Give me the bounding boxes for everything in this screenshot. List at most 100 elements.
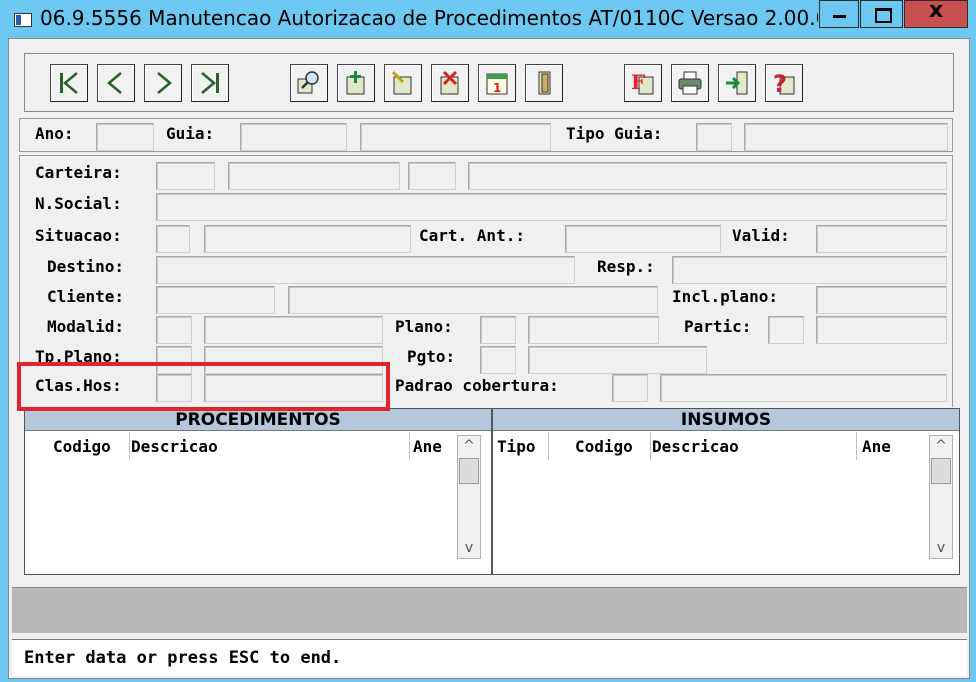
proc-scrollbar[interactable]: ^ v [457,435,481,559]
procedimentos-grid[interactable]: PROCEDIMENTOS Codigo Descricao Ane ^ v [24,408,492,575]
cart-ant-label: Cart. Ant.: [419,226,525,245]
guia-label: Guia: [166,124,215,143]
proc-col-descricao[interactable]: Descricao [131,437,218,456]
close-button[interactable] [904,0,968,28]
last-record-button[interactable] [191,64,229,102]
scroll-down-icon[interactable]: v [930,538,952,558]
proc-col-divider [129,432,130,460]
destino-label: Destino: [47,257,125,276]
padrao-cobertura-label: Padrao cobertura: [395,376,559,395]
pgto-desc-field[interactable] [528,346,707,374]
first-record-button[interactable] [50,64,88,102]
cliente-code-field[interactable] [156,286,275,314]
nsocial-field[interactable] [156,193,947,221]
scroll-up-icon[interactable]: ^ [930,436,952,456]
proc-col-ane[interactable]: Ane [413,437,442,456]
modalid-code-field[interactable] [156,316,192,344]
situacao-desc-field[interactable] [204,225,411,253]
plano-desc-field[interactable] [528,316,659,344]
ins-col-divider [650,432,651,460]
edit-record-button[interactable] [384,64,422,102]
highlight-box [17,362,390,411]
previous-record-button[interactable] [97,64,135,102]
nsocial-label: N.Social: [35,194,122,213]
scroll-thumb[interactable] [931,458,951,484]
filter-button[interactable]: F [624,64,662,102]
guia-field[interactable] [240,123,347,151]
incl-plano-field[interactable] [816,286,947,314]
svg-text:?: ? [773,70,787,97]
previous-record-icon [107,72,122,94]
partic-desc-field[interactable] [816,316,947,344]
valid-field[interactable] [816,225,947,253]
exit-door-button[interactable] [525,64,563,102]
resp-field[interactable] [672,256,947,284]
app-window-icon[interactable] [14,13,32,27]
next-record-icon [157,72,172,94]
carteira-field-1[interactable] [156,162,215,190]
go-to-button[interactable]: 1 [478,64,516,102]
padrao-cobertura-code-field[interactable] [612,374,648,402]
printer-icon [678,71,702,95]
padrao-cobertura-desc-field[interactable] [660,374,947,402]
modalid-desc-field[interactable] [204,316,383,344]
help-button[interactable]: ? [765,64,803,102]
print-button[interactable] [671,64,709,102]
tipo-guia-label: Tipo Guia: [566,124,663,143]
ins-col-descricao[interactable]: Descricao [652,437,739,456]
carteira-field-2[interactable] [228,162,400,190]
cart-ant-field[interactable] [565,225,721,253]
toolbar: 1 F ? [24,53,954,112]
door-exit-icon [538,71,551,95]
cliente-name-field[interactable] [288,286,658,314]
situacao-label: Situacao: [35,226,122,245]
window-title: 06.9.5556 Manutencao Autorizacao de Proc… [40,6,818,30]
proc-col-codigo[interactable]: Codigo [53,437,111,456]
tipo-guia-desc-field[interactable] [744,123,948,151]
ins-col-tipo[interactable]: Tipo [497,437,536,456]
valid-label: Valid: [732,226,790,245]
insumos-title: INSUMOS [493,409,959,431]
first-record-icon [60,72,78,94]
insumos-grid[interactable]: INSUMOS Tipo Codigo Descricao Ane ^ v [492,408,960,575]
svg-text:1: 1 [493,81,501,95]
tipo-guia-code-field[interactable] [696,123,732,151]
edit-record-icon [391,70,412,95]
export-arrow-icon [726,71,748,95]
scroll-up-icon[interactable]: ^ [458,436,480,456]
situacao-code-field[interactable] [156,225,190,253]
zoom-search-icon [297,71,319,94]
help-question-icon: ? [773,70,795,97]
add-record-button[interactable] [337,64,375,102]
next-record-button[interactable] [144,64,182,102]
ins-col-codigo[interactable]: Codigo [575,437,633,456]
export-button[interactable] [718,64,756,102]
carteira-name-field[interactable] [468,162,947,190]
plano-code-field[interactable] [480,316,516,344]
delete-record-icon [440,70,459,95]
cliente-label: Cliente: [47,287,125,306]
ano-field[interactable] [96,123,154,151]
resp-label: Resp.: [597,257,655,276]
minimize-button[interactable] [819,0,859,28]
scroll-thumb[interactable] [459,458,479,484]
partic-code-field[interactable] [768,316,804,344]
ins-col-ane[interactable]: Ane [862,437,891,456]
application-window: 06.9.5556 Manutencao Autorizacao de Proc… [0,0,976,682]
form-client-area: 1 F ? Ano: Guia: Tipo Guia: Carteira: N.… [8,38,970,679]
status-bar: Enter data or press ESC to end. [12,639,967,676]
scroll-down-icon[interactable]: v [458,538,480,558]
title-bar[interactable]: 06.9.5556 Manutencao Autorizacao de Proc… [0,0,976,38]
search-button[interactable] [290,64,328,102]
procedimentos-title: PROCEDIMENTOS [25,409,491,431]
delete-record-button[interactable] [431,64,469,102]
filter-f-icon: F [631,70,654,95]
ins-scrollbar[interactable]: ^ v [929,435,953,559]
proc-col-divider [409,432,410,460]
carteira-field-3[interactable] [408,162,456,190]
guia-number-field[interactable] [360,123,551,151]
pgto-code-field[interactable] [480,346,516,374]
calendar-goto-icon: 1 [486,73,508,95]
destino-field[interactable] [156,256,575,284]
maximize-button[interactable] [860,0,903,28]
